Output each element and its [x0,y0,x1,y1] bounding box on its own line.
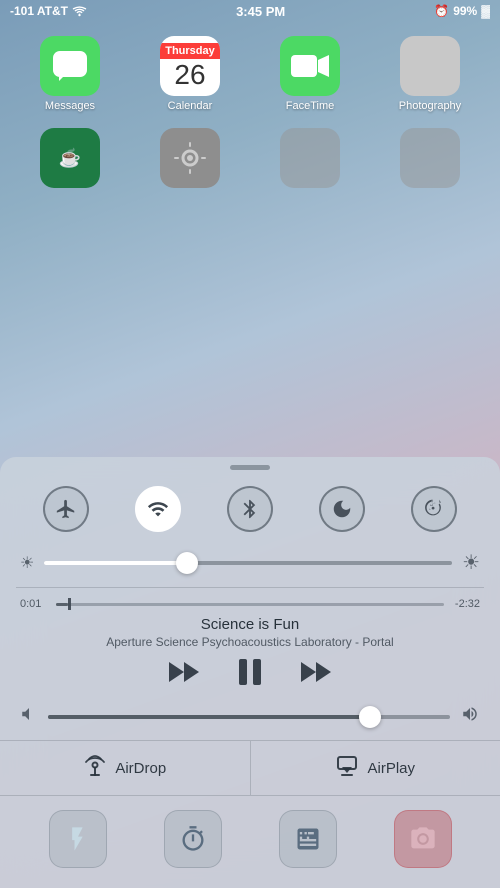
brightness-thumb[interactable] [176,552,198,574]
calculator-button[interactable] [279,810,337,868]
rewind-icon [169,660,199,684]
volume-slider-row [0,705,500,740]
forward-button[interactable] [301,660,331,684]
app-photography[interactable]: Photography [370,30,490,118]
pause-icon [239,659,261,685]
starbucks-icon: ☕ [40,128,100,188]
airdrop-label: AirDrop [115,760,166,777]
music-player: 0:01 -2:32 Science is Fun Aperture Scien… [0,588,500,705]
app-starbucks[interactable]: ☕ [10,122,130,194]
app-settings[interactable] [130,122,250,194]
flashlight-button[interactable] [49,810,107,868]
app-grid-row1: Messages Thursday 26 Calendar FaceTime P… [0,22,500,122]
volume-track[interactable] [48,715,450,719]
starbucks-logo: ☕ [52,140,88,176]
settings-icon [160,128,220,188]
brightness-max-icon: ☀ [462,550,480,575]
messages-label: Messages [45,100,95,112]
volume-fill [48,715,370,719]
handle-bar [230,465,270,470]
control-center: ☀ ☀ 0:01 -2:32 Science is Fun Aperture S… [0,457,500,888]
app-gray2-icon [400,128,460,188]
settings-gear-icon [172,140,208,176]
music-title: Science is Fun [20,616,480,633]
timer-button[interactable] [164,810,222,868]
messages-icon [40,36,100,96]
brightness-track[interactable] [44,561,452,565]
volume-max-icon [460,705,480,728]
bluetooth-toggle[interactable] [227,486,273,532]
forward-icon [301,660,331,684]
music-artist: Aperture Science Psychoacoustics Laborat… [20,635,480,649]
flashlight-icon [64,825,92,853]
donotdisturb-toggle[interactable] [319,486,365,532]
brightness-min-icon: ☀ [20,553,34,573]
app-grid-row2: ☕ [0,122,500,198]
app-gray1-icon [280,128,340,188]
battery-icon: ▓ [481,4,490,18]
rewind-button[interactable] [169,660,199,684]
app-gray1[interactable] [250,122,370,194]
timer-icon [179,825,207,853]
progress-thumb[interactable] [68,598,71,610]
services-row: AirDrop AirPlay [0,740,500,796]
app-messages[interactable]: Messages [10,30,130,118]
app-gray2[interactable] [370,122,490,194]
brightness-slider-row: ☀ ☀ [0,546,500,587]
app-facetime[interactable]: FaceTime [250,30,370,118]
calendar-day-num: 26 [174,59,205,89]
status-left: -101 AT&T [10,4,87,18]
airplay-label: AirPlay [367,760,415,777]
airplay-button[interactable]: AirPlay [250,741,500,795]
svg-text:☕: ☕ [59,147,81,168]
app-calendar[interactable]: Thursday 26 Calendar [130,30,250,118]
music-current-time: 0:01 [20,598,48,610]
wifi-toggle-icon [147,498,169,520]
airdrop-button[interactable]: AirDrop [0,741,250,795]
airplay-icon [335,753,359,783]
facetime-camera-icon [290,52,330,80]
airplane-icon [55,498,77,520]
rotation-lock-icon [423,498,445,520]
wifi-toggle[interactable] [135,486,181,532]
pause-button[interactable] [239,659,261,685]
facetime-icon [280,36,340,96]
alarm-icon: ⏰ [434,4,449,18]
status-bar: -101 AT&T 3:45 PM ⏰ 99% ▓ [0,0,500,22]
calendar-icon: Thursday 26 [160,36,220,96]
music-progress-row: 0:01 -2:32 [20,598,480,610]
volume-thumb[interactable] [359,706,381,728]
brightness-fill [44,561,187,565]
airdrop-icon [83,753,107,783]
music-total-time: -2:32 [452,598,480,610]
rotation-toggle[interactable] [411,486,457,532]
progress-fill [56,603,68,606]
camera-button[interactable] [394,810,452,868]
messages-bubble-icon [51,49,89,83]
facetime-label: FaceTime [286,100,335,112]
calculator-icon [294,825,322,853]
volume-min-icon [20,705,38,728]
moon-icon [331,498,353,520]
music-controls [20,659,480,685]
calendar-day-name: Thursday [160,43,220,59]
status-right: ⏰ 99% ▓ [434,4,490,18]
photography-icon [400,36,460,96]
calendar-label: Calendar [168,100,213,112]
airplane-toggle[interactable] [43,486,89,532]
status-time: 3:45 PM [236,4,285,19]
progress-track[interactable] [56,603,444,606]
camera-icon [409,825,437,853]
quick-tools [0,796,500,888]
cc-toggles [0,476,500,546]
bluetooth-icon [239,498,261,520]
wifi-icon [72,5,87,17]
photography-label: Photography [399,100,461,112]
carrier-label: -101 AT&T [10,4,68,18]
cc-handle[interactable] [0,457,500,476]
battery-label: 99% [453,4,477,18]
